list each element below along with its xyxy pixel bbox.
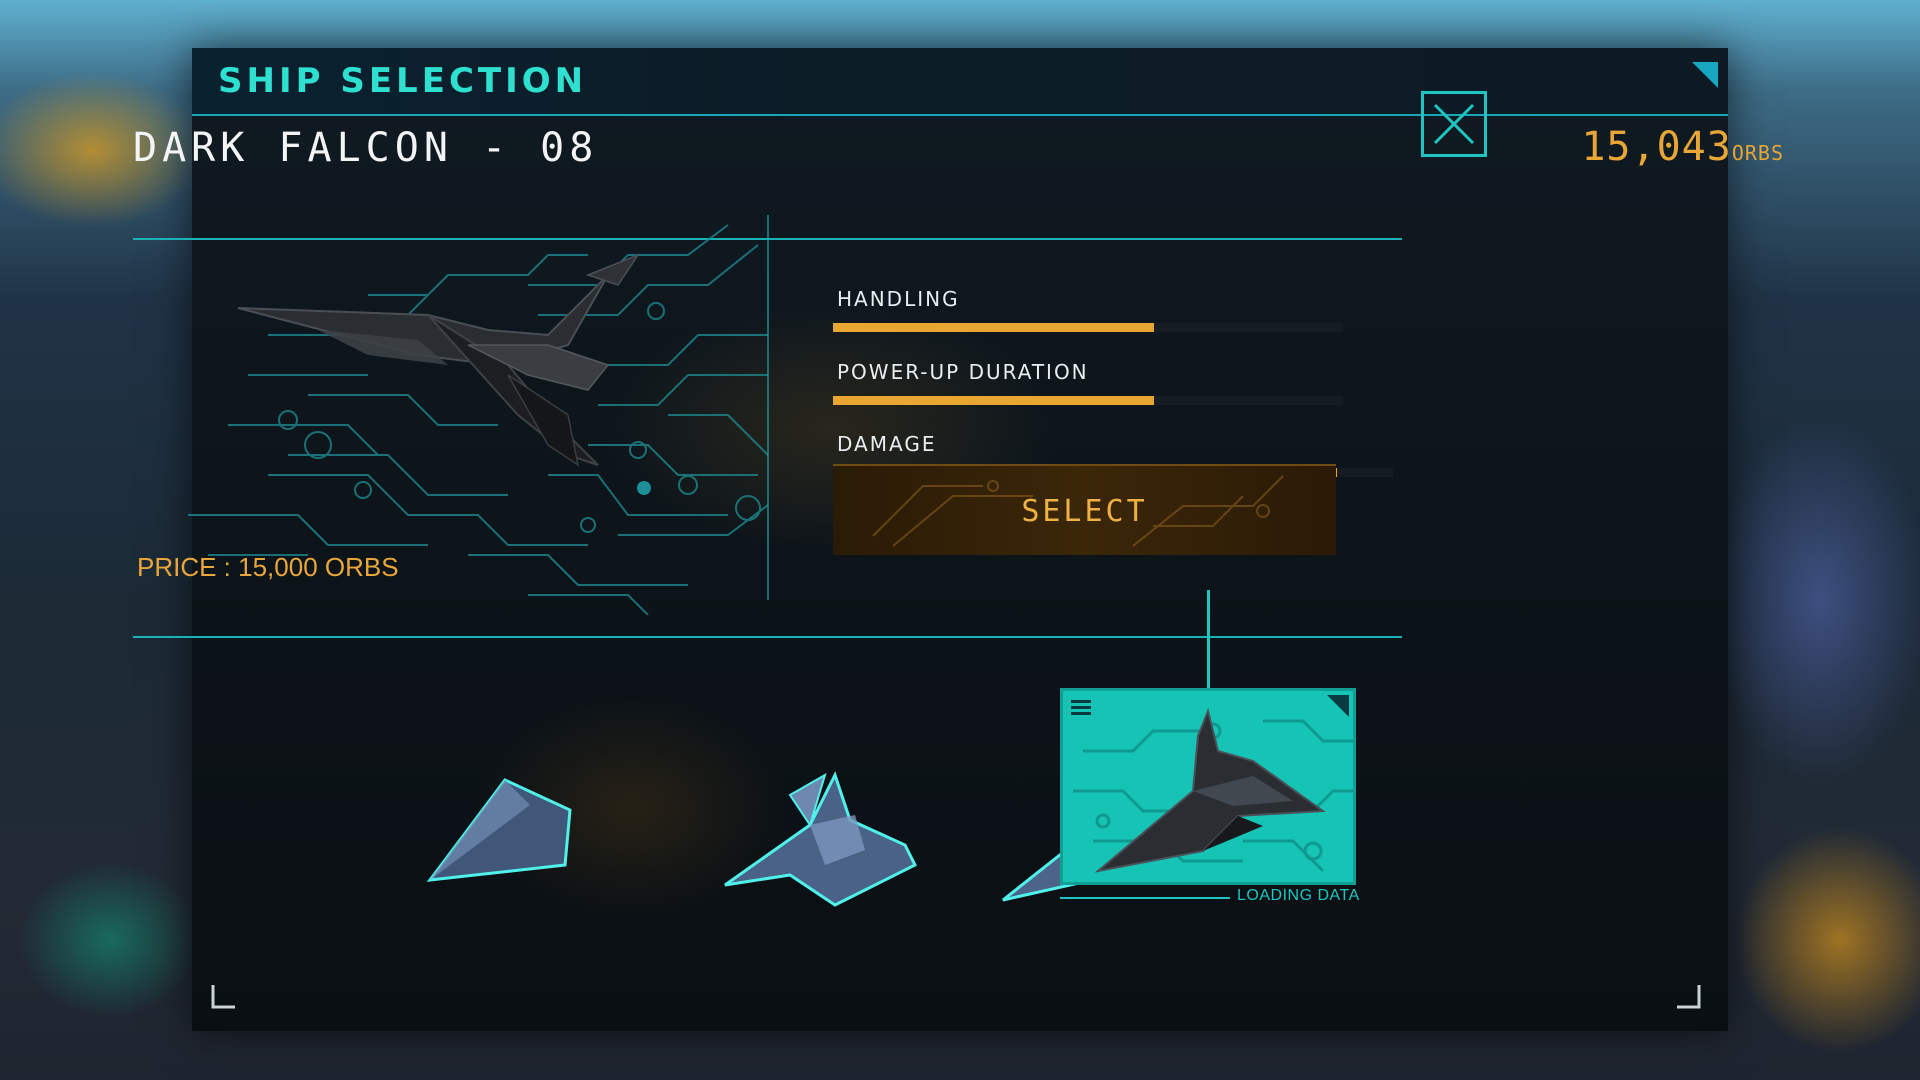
stat-label: POWER-UP DURATION (837, 360, 1089, 384)
orbs-amount: 15,043 (1581, 124, 1732, 170)
orbs-balance: 15,043ORBS (1581, 124, 1784, 170)
panel-header: SHIP SELECTION (192, 48, 1728, 116)
ship-name: DARK FALCON - 08 (133, 125, 599, 171)
preview-divider (767, 215, 769, 600)
stat-power-up-duration: POWER-UP DURATION (833, 360, 1343, 405)
price-divider (133, 636, 1402, 638)
ship-card-dark-falcon-selected[interactable] (1060, 688, 1356, 885)
header-corner-decoration (1692, 62, 1718, 88)
stat-label: HANDLING (837, 287, 960, 311)
ship-price: PRICE : 15,000 ORBS (137, 552, 399, 582)
stat-bar-track (833, 396, 1343, 405)
stat-bar-fill (833, 323, 1155, 332)
close-button[interactable] (1421, 91, 1487, 157)
card-corner-decoration (1327, 695, 1349, 717)
dark-falcon-ship-model (237, 253, 640, 467)
stat-bar-track (833, 323, 1343, 332)
orbs-unit: ORBS (1731, 141, 1784, 165)
stat-bar-fill (833, 396, 1155, 405)
stat-label: DAMAGE (837, 432, 937, 456)
dark-falcon-thumbnail (1094, 707, 1326, 873)
select-button-label: SELECT (1021, 494, 1148, 529)
loading-line (1060, 897, 1230, 899)
corner-bracket-bottom-right (1677, 985, 1701, 1009)
circuit-node (637, 481, 651, 495)
menu-icon (1071, 700, 1091, 715)
loading-data-text: LOADING DATA (1237, 887, 1360, 904)
stat-handling: HANDLING (833, 287, 1343, 332)
panel-title: SHIP SELECTION (218, 61, 588, 101)
close-icon (1433, 103, 1475, 145)
ship-card-dart[interactable] (420, 765, 590, 895)
card-circuit-texture (1073, 707, 1353, 873)
ship-card-fighter[interactable] (715, 755, 925, 915)
corner-bracket-bottom-left (211, 985, 235, 1009)
select-button[interactable]: SELECT (833, 464, 1336, 555)
